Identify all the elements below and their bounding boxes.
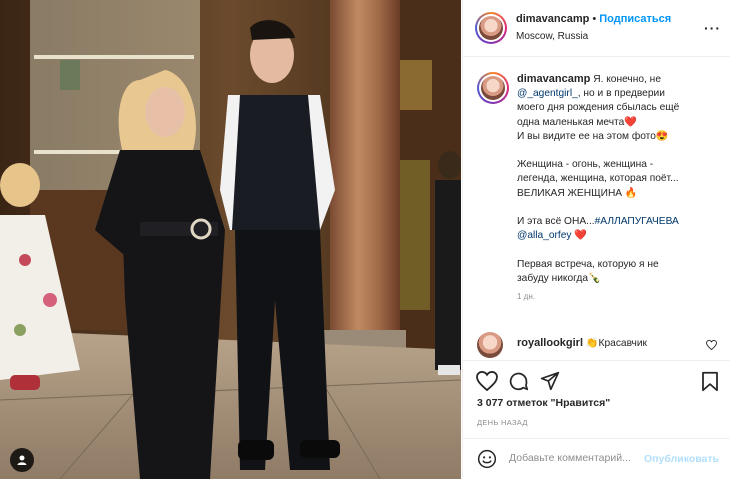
caption-line: И вы видите ее на этом фото😍 [517, 130, 669, 142]
post-date[interactable]: ДЕНЬ НАЗАД [477, 418, 528, 427]
comment-row: royallookgirl 👏Красавчик [477, 332, 725, 358]
more-options-icon[interactable]: ··· [704, 20, 721, 36]
comment-text: royallookgirl 👏Красавчик [517, 337, 647, 349]
post-username[interactable]: dimavancamp [516, 13, 589, 25]
action-bar [463, 360, 730, 400]
mention-link[interactable]: @alla_orfey [517, 230, 572, 241]
comment-body: 👏Красавчик [585, 338, 647, 349]
caption-line: Первая встреча, которую я не [517, 258, 659, 270]
caption-line: Женщина - огонь, женщина - [517, 159, 654, 171]
post-photo[interactable] [0, 0, 461, 479]
post-sidebar: dimavancamp • Подписаться Moscow, Russia ·… [462, 0, 730, 479]
comment-icon[interactable] [508, 371, 529, 395]
caption-line: ВЕЛИКАЯ ЖЕНЩИНА 🔥 [517, 187, 638, 199]
caption-line: моего дня рождения сбылась ещё [517, 102, 680, 114]
comment-heart-icon[interactable] [706, 339, 717, 353]
share-icon[interactable] [540, 371, 560, 394]
post-photo-image [0, 0, 461, 479]
follow-button[interactable]: Подписаться [599, 13, 671, 25]
caption-line: И эта всё ОНА... [517, 216, 595, 227]
caption-time[interactable]: 1 дн. [517, 290, 727, 304]
post-header: dimavancamp • Подписаться Moscow, Russia ·… [463, 0, 730, 57]
caption-text: dimavancamp Я. конечно, не @_agentgirl_,… [517, 72, 727, 304]
avatar-ring[interactable] [475, 12, 507, 44]
user-tag-icon[interactable] [10, 448, 34, 472]
caption-line: одна маленькая мечта❤️ [517, 116, 637, 128]
heart-icon[interactable] [476, 370, 498, 394]
comment-avatar[interactable] [477, 332, 503, 358]
add-comment-bar: Опубликовать [463, 438, 730, 479]
caption-line: забуду никогда🍾 [517, 272, 601, 284]
caption-line: , но и в предверии [577, 88, 665, 100]
hashtag-link[interactable]: #АЛЛАПУГАЧЕВА [595, 216, 679, 227]
mention-link[interactable]: @_agentgirl_ [517, 88, 578, 99]
caption-line: Я. конечно, не [593, 74, 661, 85]
location-link[interactable]: Moscow, Russia [516, 31, 588, 42]
separator-dot: • [592, 13, 597, 25]
avatar [481, 76, 505, 100]
emoji-icon[interactable] [477, 449, 497, 472]
bookmark-icon[interactable] [701, 371, 719, 395]
publish-button[interactable]: Опубликовать [644, 453, 719, 465]
avatar [479, 16, 503, 40]
caption-line: легенда, женщина, которая поёт... [517, 173, 679, 185]
likes-count[interactable]: 3 077 отметок "Нравится" [477, 397, 610, 409]
comment-username[interactable]: royallookgirl [517, 337, 583, 349]
caption-avatar-ring[interactable] [477, 72, 509, 104]
caption-username[interactable]: dimavancamp [517, 73, 590, 85]
caption-line: ❤️ [574, 230, 588, 242]
